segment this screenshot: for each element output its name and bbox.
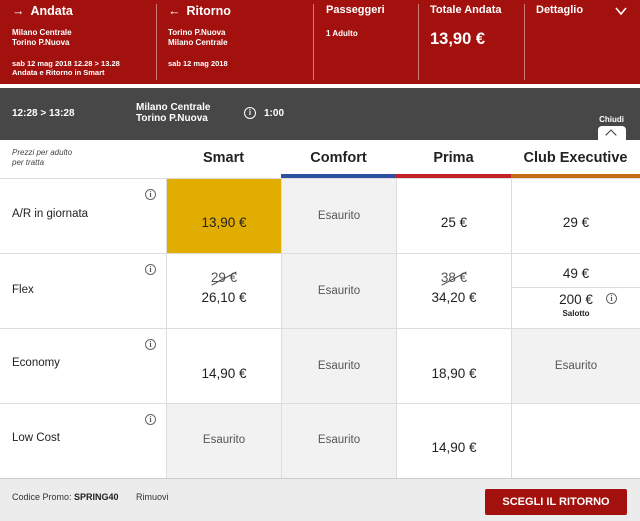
- original-price: 38 €: [440, 270, 468, 285]
- row-label-flex: Flex: [12, 284, 34, 296]
- footer-bar: Codice Promo: SPRING40 Rimuovi SCEGLI IL…: [0, 478, 640, 521]
- totale-label: Totale Andata: [430, 4, 502, 16]
- totale-section: Totale Andata 13,90 €: [419, 0, 523, 84]
- chevron-up-icon[interactable]: [598, 126, 626, 140]
- ritorno-date: sab 12 mag 2018: [168, 59, 228, 68]
- header-bar: → Andata Milano Centrale Torino P.Nuova s…: [0, 0, 640, 84]
- ritorno-section[interactable]: ← Ritorno Torino P.Nuova Milano Centrale …: [157, 0, 313, 84]
- andata-label: Andata: [30, 4, 73, 18]
- fare-cell-smart-lowcost: Esaurito: [166, 403, 281, 478]
- promo-code: Codice Promo: SPRING40: [12, 492, 119, 502]
- andata-to: Torino P.Nuova: [12, 38, 70, 47]
- choose-return-button[interactable]: SCEGLI IL RITORNO: [485, 489, 627, 515]
- andata-section[interactable]: → Andata Milano Centrale Torino P.Nuova s…: [0, 0, 156, 84]
- andata-note: Andata e Ritorno in Smart: [12, 68, 105, 77]
- column-header-smart: Smart: [202, 150, 245, 166]
- info-icon[interactable]: i: [145, 189, 156, 200]
- sold-out-label: Esaurito: [317, 434, 361, 446]
- column-header-prima: Prima: [433, 150, 474, 166]
- andata-from: Milano Centrale: [12, 28, 72, 37]
- row-label-economy: Economy: [12, 357, 60, 369]
- fare-price: 18,90 €: [431, 366, 477, 381]
- passeggeri-value: 1 Adulto: [326, 29, 358, 38]
- ritorno-label: Ritorno: [186, 4, 231, 18]
- trip-times: 12:28 > 13:28: [12, 108, 75, 119]
- fare-cell-club-lowcost: [511, 403, 640, 478]
- trip-bar: 12:28 > 13:28 Milano Centrale Torino P.N…: [0, 88, 640, 140]
- passeggeri-label: Passeggeri: [326, 4, 385, 16]
- original-price: 29 €: [210, 270, 238, 285]
- price-note: Prezzi per adulto per tratta: [12, 148, 73, 167]
- fare-price: 34,20 €: [431, 290, 477, 305]
- info-icon[interactable]: i: [145, 264, 156, 275]
- fare-cell-club-economy: Esaurito: [511, 328, 640, 403]
- promo-code-value: SPRING40: [74, 492, 119, 502]
- remove-promo-link[interactable]: Rimuovi: [136, 492, 169, 502]
- info-icon[interactable]: i: [606, 293, 617, 304]
- fare-cell-smart-economy[interactable]: 14,90 €: [166, 328, 281, 403]
- fare-price: 200 €: [559, 292, 593, 307]
- dettaglio-label: Dettaglio: [536, 4, 584, 16]
- trip-duration: 1:00: [264, 108, 285, 119]
- fare-price: 13,90 €: [201, 215, 247, 230]
- fare-price: 49 €: [562, 266, 590, 281]
- chevron-down-icon[interactable]: [614, 4, 628, 18]
- sold-out-label: Esaurito: [317, 285, 361, 297]
- trip-to: Torino P.Nuova: [136, 113, 208, 124]
- fare-cell-comfort-ar: Esaurito: [281, 178, 396, 253]
- sold-out-label: Esaurito: [317, 360, 361, 372]
- sold-out-label: Esaurito: [554, 360, 598, 372]
- passeggeri-section[interactable]: Passeggeri 1 Adulto: [314, 0, 418, 84]
- fare-cell-comfort-lowcost: Esaurito: [281, 403, 396, 478]
- fare-price: 25 €: [440, 215, 468, 230]
- fare-cell-smart-flex[interactable]: 29 € 26,10 €: [166, 253, 281, 328]
- fare-cell-club-salotto[interactable]: 200 € Salotto i: [511, 287, 640, 328]
- fare-cell-comfort-flex: Esaurito: [281, 253, 396, 328]
- ritorno-to: Milano Centrale: [168, 38, 228, 47]
- fare-price: 14,90 €: [201, 366, 247, 381]
- fare-cell-prima-flex[interactable]: 38 € 34,20 €: [396, 253, 511, 328]
- info-icon[interactable]: i: [145, 414, 156, 425]
- fare-price: 29 €: [562, 215, 590, 230]
- sold-out-label: Esaurito: [202, 434, 246, 446]
- fare-cell-club-ar[interactable]: 29 €: [511, 178, 640, 253]
- dettaglio-section[interactable]: Dettaglio: [525, 0, 640, 84]
- trip-from: Milano Centrale: [136, 102, 211, 113]
- column-header-comfort: Comfort: [310, 150, 367, 166]
- info-icon[interactable]: i: [145, 339, 156, 350]
- ritorno-from: Torino P.Nuova: [168, 28, 226, 37]
- fare-cell-prima-ar[interactable]: 25 €: [396, 178, 511, 253]
- arrow-right-icon: →: [12, 4, 25, 18]
- arrow-left-icon: ←: [168, 4, 181, 18]
- fare-cell-smart-ar[interactable]: 13,90 €: [166, 178, 281, 253]
- totale-value: 13,90 €: [430, 30, 486, 48]
- close-label[interactable]: Chiudi: [599, 115, 624, 124]
- row-label-low-cost: Low Cost: [12, 432, 60, 444]
- promo-label: Codice Promo:: [12, 492, 72, 502]
- salotto-label: Salotto: [562, 309, 590, 318]
- fare-price: 26,10 €: [201, 290, 247, 305]
- row-label-ar-giornata: A/R in giornata: [12, 208, 89, 220]
- fare-cell-club-flex[interactable]: 49 €: [511, 253, 640, 287]
- column-header-club-executive: Club Executive: [523, 150, 628, 166]
- info-icon[interactable]: i: [244, 107, 256, 119]
- fare-cell-prima-lowcost[interactable]: 14,90 €: [396, 403, 511, 478]
- sold-out-label: Esaurito: [317, 210, 361, 222]
- fare-price: 14,90 €: [431, 440, 477, 455]
- fare-cell-comfort-economy: Esaurito: [281, 328, 396, 403]
- fare-cell-prima-economy[interactable]: 18,90 €: [396, 328, 511, 403]
